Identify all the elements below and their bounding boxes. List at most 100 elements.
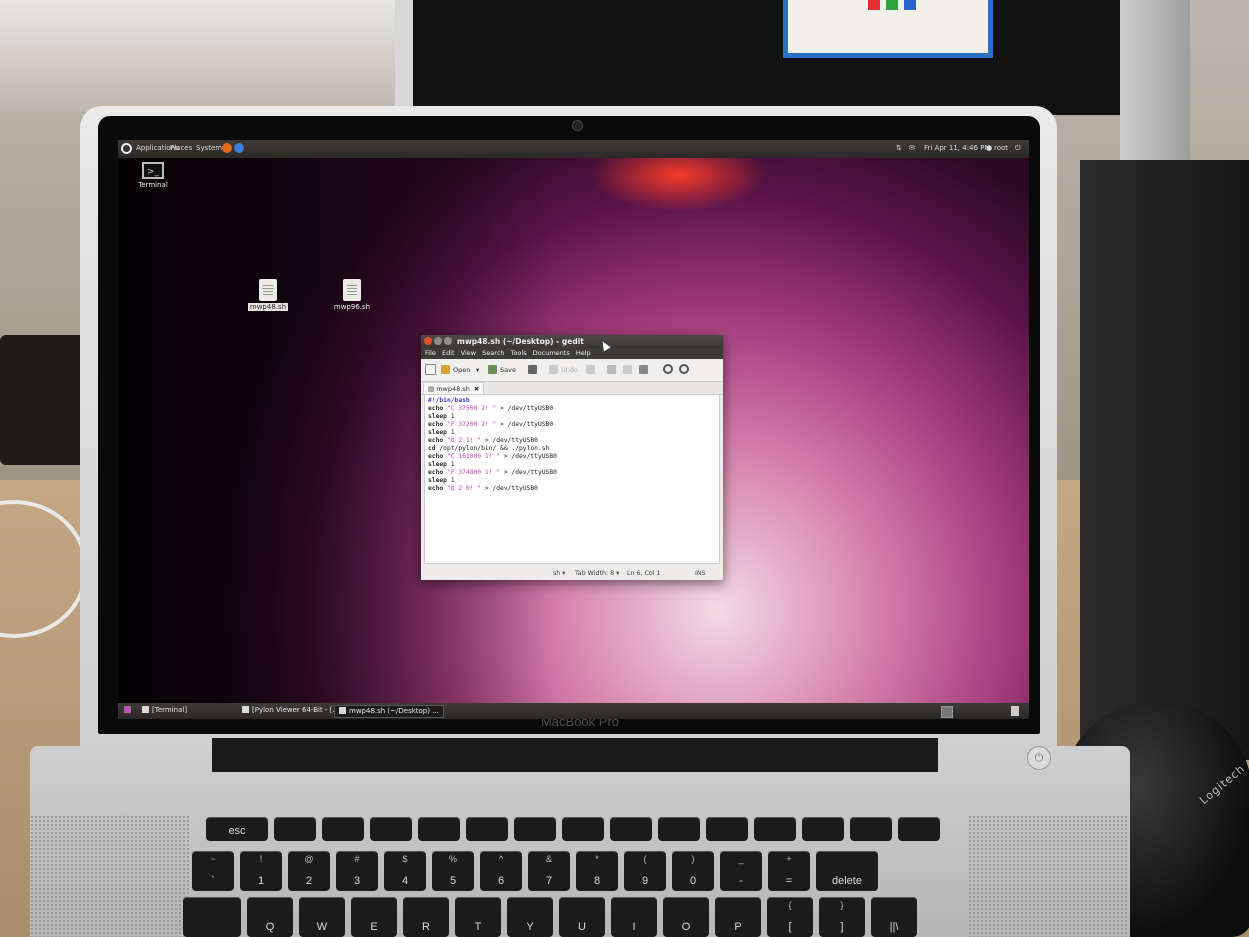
key-label: P — [734, 921, 742, 933]
menu-system[interactable]: System — [196, 144, 222, 152]
key-label: ` — [211, 875, 215, 887]
code-token: sleep — [428, 461, 451, 468]
menu-documents[interactable]: Documents — [533, 349, 570, 357]
cut-button[interactable] — [607, 364, 619, 376]
tab-file-icon: ▤ — [428, 385, 437, 393]
trash-icon[interactable] — [1011, 706, 1019, 716]
undo-icon — [549, 365, 558, 374]
help-icon[interactable] — [234, 143, 244, 153]
save-button[interactable]: Save — [488, 364, 516, 376]
keyboard-key: * 8 — [576, 851, 618, 891]
blue-square — [904, 0, 916, 10]
window-title: mwp48.sh (~/Desktop) - gedit — [457, 337, 584, 346]
keyboard-key — [322, 817, 364, 841]
keyboard-key: P — [715, 897, 761, 937]
insert-mode: INS — [695, 570, 706, 577]
paste-button[interactable] — [639, 364, 651, 376]
key-label: 5 — [449, 875, 457, 887]
keyboard-key — [183, 897, 241, 937]
terminal-icon: >_ — [142, 162, 164, 179]
firefox-icon[interactable] — [222, 143, 232, 153]
power-button-icon[interactable]: ⏻ — [1027, 746, 1051, 770]
code-token: echo — [428, 469, 447, 476]
key-label: E — [370, 921, 378, 933]
menu-search[interactable]: Search — [482, 349, 504, 357]
code-token: 1 — [450, 413, 455, 420]
code-token: echo — [428, 453, 447, 460]
clock-text[interactable]: Fri Apr 11, 4:46 PM — [924, 144, 990, 152]
maximize-window-icon[interactable] — [444, 337, 452, 345]
close-tab-icon[interactable]: ✖ — [474, 385, 479, 393]
tab-mwp48[interactable]: ▤ mwp48.sh ✖ — [423, 382, 485, 394]
keyboard-key — [610, 817, 652, 841]
menu-places[interactable]: Places — [170, 144, 192, 152]
menu-file[interactable]: File — [425, 349, 436, 357]
menu-edit[interactable]: Edit — [442, 349, 455, 357]
keyboard-key: W — [299, 897, 345, 937]
taskbar-item-terminal[interactable]: [Terminal] — [138, 705, 191, 716]
key-shift-label: _ — [738, 854, 744, 864]
key-label: R — [422, 921, 430, 933]
workspace-switcher-icon[interactable] — [941, 706, 953, 718]
show-desktop-icon[interactable] — [124, 705, 134, 716]
desktop-icon-mwp96[interactable]: mwp96.sh — [322, 279, 382, 311]
undo-button[interactable]: Undo — [549, 364, 578, 376]
key-shift-label: ! — [259, 854, 263, 864]
keyboard-key: I — [611, 897, 657, 937]
code-line: sleep 1 — [428, 429, 719, 437]
save-label: Save — [500, 366, 516, 374]
close-window-icon[interactable] — [424, 337, 432, 345]
ubuntu-logo-icon[interactable] — [121, 143, 132, 154]
window-titlebar[interactable]: mwp48.sh (~/Desktop) - gedit — [421, 335, 723, 348]
code-token: "C 161000 1! " — [446, 453, 501, 460]
desktop-icon-terminal[interactable]: >_ Terminal — [123, 162, 183, 189]
text-editor[interactable]: #!/bin/bash echo "C 37500 2! " > /dev/tty… — [424, 394, 720, 564]
undo-label: Undo — [561, 366, 578, 374]
background-tower — [1080, 160, 1249, 760]
new-document-button[interactable] — [425, 364, 439, 376]
open-recent-dropdown-icon[interactable]: ▾ — [476, 364, 479, 376]
code-token: sleep — [428, 429, 451, 436]
code-line: cd /opt/pylon/bin/ && ./pylon.sh — [428, 445, 719, 453]
redo-button[interactable] — [586, 364, 598, 376]
taskbar-item-gedit[interactable]: mwp48.sh (~/Desktop) ... — [334, 705, 444, 718]
code-token: 1 — [450, 477, 455, 484]
network-icon[interactable]: ⇅ — [896, 144, 902, 152]
language-selector[interactable]: sh ▾ — [553, 567, 565, 580]
mail-icon[interactable]: ✉ — [909, 144, 915, 152]
key-label: 4 — [401, 875, 409, 887]
key-shift-label: } — [840, 900, 844, 910]
menu-view[interactable]: View — [461, 349, 476, 357]
wallet — [0, 335, 85, 465]
key-label: 9 — [641, 875, 649, 887]
code-token: "F 374800 1! " — [446, 469, 501, 476]
print-button[interactable] — [528, 364, 540, 376]
menu-help[interactable]: Help — [576, 349, 591, 357]
taskbar-item-pylon[interactable]: [Pylon Viewer 64-Bit - [... — [238, 705, 343, 716]
keyboard-key: ||\ — [871, 897, 917, 937]
background-picture — [783, 0, 993, 58]
desktop-icon-label: mwp96.sh — [333, 303, 371, 311]
key-shift-label: { — [788, 900, 792, 910]
key-label: delete — [832, 875, 862, 887]
keyboard-key: }] — [819, 897, 865, 937]
shutdown-icon[interactable]: ⏻ — [1015, 144, 1021, 153]
desktop-icon-mwp48[interactable]: mwp48.sh — [238, 279, 298, 311]
find-replace-button[interactable] — [679, 364, 692, 376]
user-icon: ● — [986, 144, 993, 152]
key-label: U — [578, 921, 586, 933]
user-name[interactable]: root — [994, 144, 1008, 152]
keyboard-key: @2 — [288, 851, 330, 891]
find-button[interactable] — [663, 364, 676, 376]
cut-icon — [607, 365, 616, 374]
tab-width-selector[interactable]: Tab Width: 8 ▾ — [575, 567, 619, 580]
menu-tools[interactable]: Tools — [511, 349, 527, 357]
copy-button[interactable] — [623, 364, 635, 376]
minimize-window-icon[interactable] — [434, 337, 442, 345]
open-button[interactable]: Open — [441, 364, 470, 376]
key-label: W — [316, 921, 328, 933]
statusbar: sh ▾ Tab Width: 8 ▾ Ln 6, Col 1 INS — [421, 567, 723, 580]
code-token: > /dev/ttyUSB0 — [496, 421, 554, 428]
key-label: Q — [265, 921, 275, 933]
green-square — [886, 0, 898, 10]
